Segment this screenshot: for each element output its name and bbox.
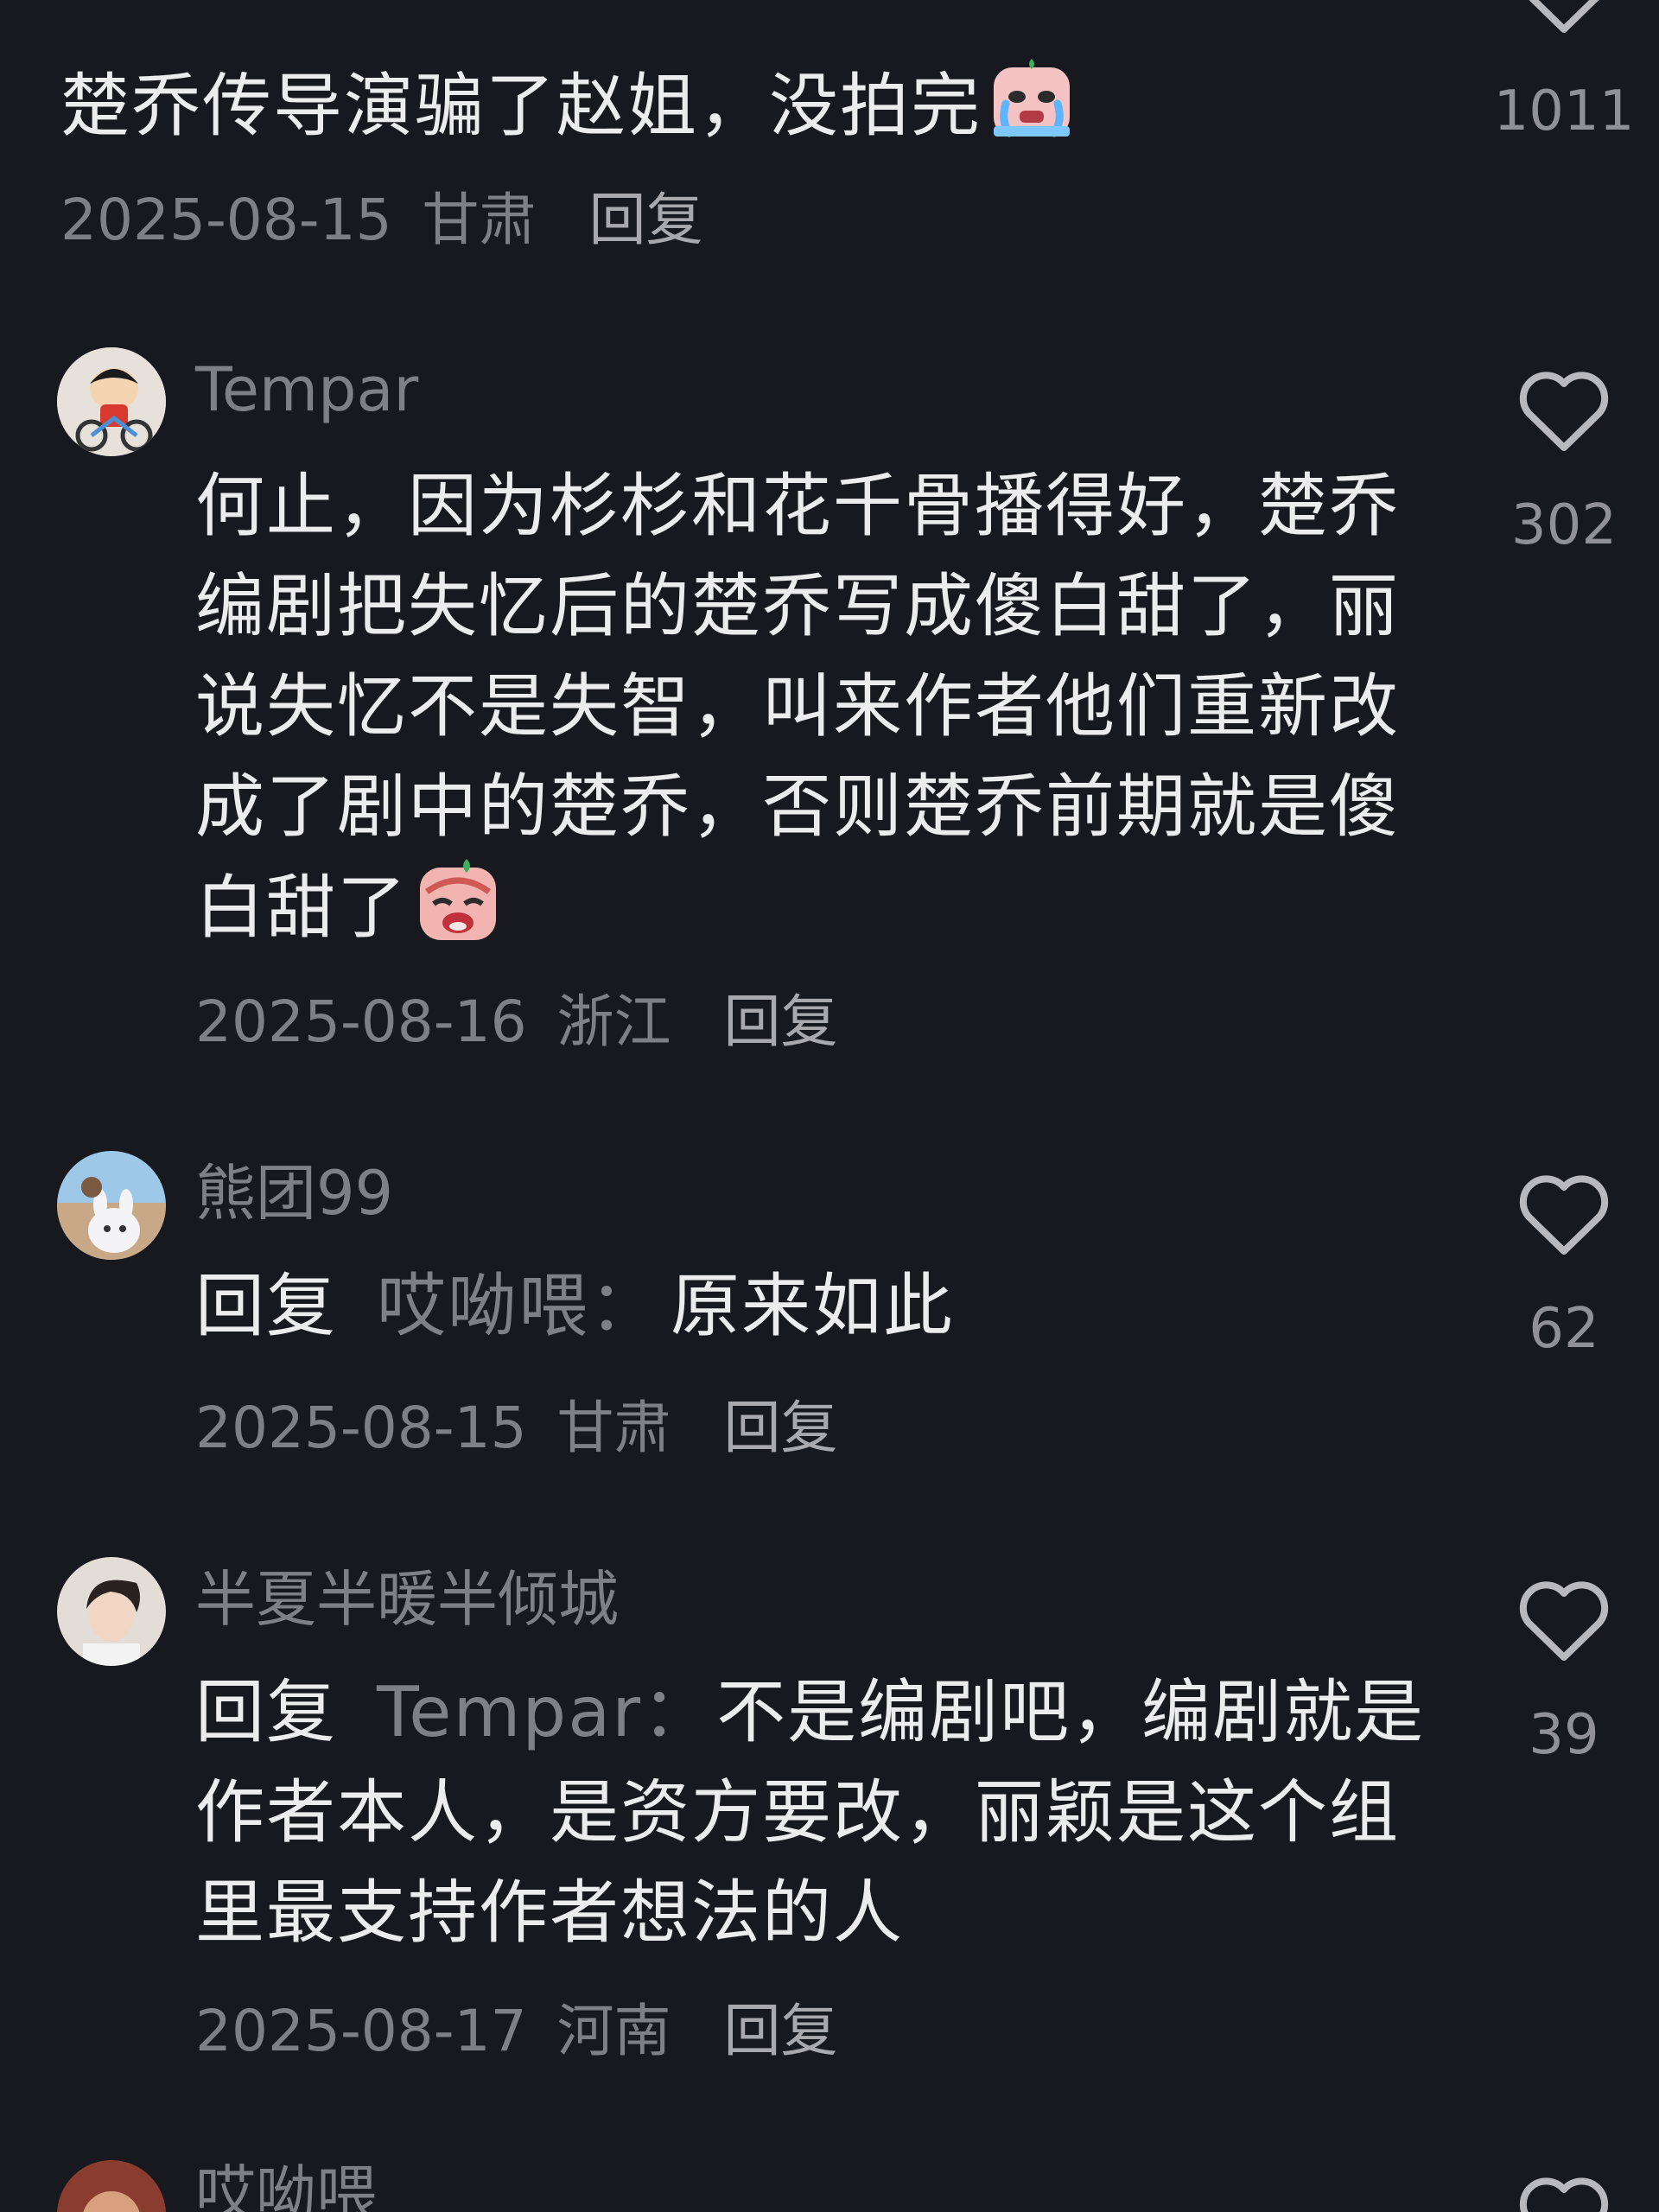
comment-meta: 2025-08-17 河南 回复 [195, 2003, 838, 2060]
heart-icon[interactable] [1516, 1578, 1611, 1664]
reply-button[interactable]: 回复 [724, 1998, 838, 2064]
username[interactable]: 熊团99 [195, 1163, 393, 1224]
sad-face-icon [415, 857, 501, 944]
comment-location: 甘肃 [422, 187, 537, 253]
comment-body: 原来如此 [671, 1266, 954, 1346]
comment-text: 回复 Tempar：不是编剧吧，编剧就是作者本人，是资方要改，丽颖是这个组里最支持… [195, 1662, 1431, 1963]
comment-item: 熊团99 回复 哎呦喂： 原来如此 2025-08-15 甘肃 回复 62 [0, 1141, 1659, 1503]
comment-location: 甘肃 [556, 1395, 671, 1461]
comment-text: 何止，因为杉杉和花千骨播得好，楚乔编剧把失忆后的楚乔写成傻白甜了，丽说失忆不是失… [195, 456, 1431, 958]
heart-icon[interactable] [1516, 2174, 1611, 2212]
comment-item: 半夏半暖半倾城 回复 Tempar：不是编剧吧，编剧就是作者本人，是资方要改，丽颖… [0, 1547, 1659, 2100]
comment-meta: 2025-08-16 浙江 回复 [195, 994, 838, 1051]
comment-body: 何止，因为杉杉和花千骨播得好，楚乔编剧把失忆后的楚乔写成傻白甜了，丽说失忆不是失… [195, 466, 1400, 948]
mention-link[interactable]: 哎呦喂： [377, 1266, 660, 1346]
avatar[interactable] [0, 0, 9, 9]
heart-icon[interactable] [1516, 368, 1611, 454]
avatar[interactable] [57, 1557, 166, 1666]
username[interactable]: Tempar [195, 359, 418, 420]
comment-item: 哎呦喂 [0, 2152, 1659, 2212]
comment-date: 2025-08-16 [195, 988, 527, 1055]
avatar[interactable] [57, 2160, 166, 2212]
comment-date: 2025-08-15 [60, 187, 392, 253]
comment-date: 2025-08-17 [195, 1998, 527, 2064]
comment-meta: 2025-08-15 甘肃 回复 [60, 192, 703, 249]
reply-prefix: 回复 [195, 1266, 337, 1346]
reply-button[interactable]: 回复 [724, 1395, 838, 1461]
username[interactable]: 哎呦喂 [195, 2164, 377, 2212]
comment-item: 楚乔传导演骗了赵姐，没拍完 2025-08-15 甘肃 回复 1011 [0, 0, 1659, 285]
comment-text: 回复 哎呦喂： 原来如此 [195, 1256, 1431, 1357]
comment-location: 河南 [556, 1998, 671, 2064]
mention-link[interactable]: Tempar： [377, 1672, 713, 1752]
like-count: 62 [1529, 1297, 1599, 1361]
heart-icon[interactable] [1516, 1172, 1611, 1258]
comment-item: Tempar 何止，因为杉杉和花千骨播得好，楚乔编剧把失忆后的楚乔写成傻白甜了，… [0, 337, 1659, 1097]
avatar[interactable] [57, 347, 166, 456]
reply-button[interactable]: 回复 [724, 988, 838, 1055]
like-count: 39 [1529, 1703, 1599, 1767]
reply-button[interactable]: 回复 [589, 187, 703, 253]
comment-meta: 2025-08-15 甘肃 回复 [195, 1400, 838, 1457]
comment-body: 楚乔传导演骗了赵姐，没拍完 [60, 66, 982, 146]
comment-text: 楚乔传导演骗了赵姐，没拍完 [60, 55, 1408, 156]
crying-face-icon [988, 55, 1075, 142]
avatar[interactable] [57, 1151, 166, 1260]
reply-prefix: 回复 [195, 1672, 337, 1752]
like-count: 1011 [1493, 79, 1635, 143]
comment-location: 浙江 [556, 988, 671, 1055]
heart-icon[interactable] [1516, 0, 1611, 36]
username[interactable]: 半夏半暖半倾城 [195, 1569, 619, 1630]
like-count: 302 [1510, 493, 1618, 557]
comment-date: 2025-08-15 [195, 1395, 527, 1461]
